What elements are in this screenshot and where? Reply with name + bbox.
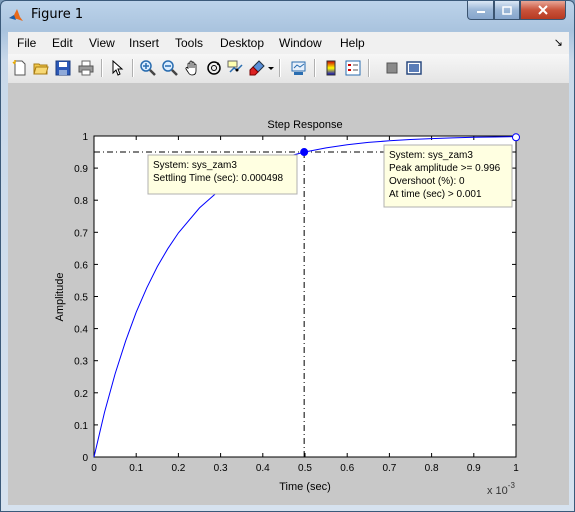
x-tick-label: 0.2 bbox=[171, 463, 185, 474]
close-button[interactable] bbox=[520, 1, 566, 20]
x-axis-label: Time (sec) bbox=[279, 481, 331, 493]
y-tick-label: 0.7 bbox=[74, 228, 88, 239]
peak-marker[interactable] bbox=[512, 133, 520, 142]
menu-edit[interactable]: Edit bbox=[52, 36, 73, 50]
figure-window: Figure 1 File Edit View Insert Tools Des… bbox=[0, 0, 575, 512]
x-tick-label: 0.1 bbox=[129, 463, 143, 474]
maximize-icon bbox=[502, 5, 512, 15]
chart-title: Step Response bbox=[267, 119, 342, 131]
zoom-out-icon[interactable] bbox=[162, 60, 178, 76]
x-tick-label: 0.5 bbox=[298, 463, 312, 474]
menu-bar: File Edit View Insert Tools Desktop Wind… bbox=[8, 32, 569, 54]
datatip-peak-line: Overshoot (%): 0 bbox=[389, 176, 465, 187]
minimize-button[interactable] bbox=[467, 1, 494, 20]
settling-time-marker[interactable] bbox=[300, 148, 309, 157]
pan-hand-icon[interactable] bbox=[184, 60, 200, 76]
menu-tools[interactable]: Tools bbox=[175, 36, 203, 50]
y-tick-label: 0 bbox=[82, 453, 88, 464]
brush-icon[interactable] bbox=[249, 60, 265, 76]
menu-desktop[interactable]: Desktop bbox=[220, 36, 264, 50]
x-tick-label: 0.7 bbox=[382, 463, 396, 474]
x-tick-label: 0.6 bbox=[340, 463, 354, 474]
x-tick-label: 0.3 bbox=[214, 463, 228, 474]
menu-help[interactable]: Help bbox=[340, 36, 365, 50]
toolbar-separator bbox=[101, 59, 103, 77]
menu-window[interactable]: Window bbox=[279, 36, 322, 50]
minimize-icon bbox=[476, 11, 485, 13]
edit-plot-arrow-icon[interactable] bbox=[109, 60, 125, 76]
matlab-logo-icon bbox=[9, 9, 23, 21]
data-cursor-icon[interactable] bbox=[227, 60, 243, 76]
y-tick-label: 0.2 bbox=[74, 389, 88, 400]
insert-legend-icon[interactable] bbox=[345, 60, 361, 76]
new-figure-icon[interactable] bbox=[12, 60, 28, 76]
x-exponent-base: x 10 bbox=[487, 485, 508, 497]
maximize-button[interactable] bbox=[494, 1, 520, 20]
brush-dropdown-icon[interactable] bbox=[267, 60, 275, 76]
x-tick-label: 0 bbox=[91, 463, 97, 474]
x-tick-label: 0.8 bbox=[425, 463, 439, 474]
close-icon bbox=[538, 5, 548, 15]
toolbar-separator bbox=[314, 59, 316, 77]
x-tick-label: 0.9 bbox=[467, 463, 481, 474]
save-icon[interactable] bbox=[55, 60, 71, 76]
x-tick-label: 0.4 bbox=[256, 463, 270, 474]
toolbar-separator bbox=[368, 59, 370, 77]
title-bar[interactable]: Figure 1 bbox=[1, 1, 574, 31]
y-axis-label: Amplitude bbox=[54, 273, 66, 322]
menu-view[interactable]: View bbox=[89, 36, 115, 50]
y-tick-label: 0.6 bbox=[74, 260, 88, 271]
figure-toolbar bbox=[8, 54, 569, 84]
menu-file[interactable]: File bbox=[17, 36, 36, 50]
x-tick-label: 1 bbox=[513, 463, 519, 474]
rotate-3d-icon[interactable] bbox=[206, 60, 222, 76]
toolbar-separator bbox=[132, 59, 134, 77]
window-title: Figure 1 bbox=[31, 7, 84, 22]
toolbar-separator bbox=[279, 59, 281, 77]
datatip-peak-line: At time (sec) > 0.001 bbox=[389, 189, 482, 200]
x-exponent-power: -3 bbox=[508, 481, 516, 490]
y-tick-label: 0.5 bbox=[74, 293, 88, 304]
y-tick-label: 0.4 bbox=[74, 325, 88, 336]
hide-plot-tools-icon[interactable] bbox=[384, 60, 400, 76]
y-tick-label: 1 bbox=[82, 132, 88, 143]
print-icon[interactable] bbox=[78, 60, 94, 76]
figure-canvas: Step Response Time (sec) Amplitude x 10-… bbox=[8, 84, 569, 505]
datatip-settling-line: System: sys_zam3 bbox=[153, 160, 237, 171]
datatip-settling-line: Settling Time (sec): 0.000498 bbox=[153, 173, 284, 184]
y-tick-label: 0.1 bbox=[74, 421, 88, 432]
zoom-in-icon[interactable] bbox=[140, 60, 156, 76]
datatip-peak-line: Peak amplitude >= 0.996 bbox=[389, 163, 501, 174]
x-exponent-label: x 10-3 bbox=[487, 481, 515, 497]
y-tick-label: 0.9 bbox=[74, 164, 88, 175]
menu-insert[interactable]: Insert bbox=[129, 36, 159, 50]
y-tick-label: 0.3 bbox=[74, 357, 88, 368]
link-plot-icon[interactable] bbox=[291, 60, 307, 76]
insert-colorbar-icon[interactable] bbox=[323, 60, 339, 76]
step-response-plot[interactable]: Step Response Time (sec) Amplitude x 10-… bbox=[8, 84, 569, 505]
open-file-icon[interactable] bbox=[33, 60, 49, 76]
y-tick-label: 0.8 bbox=[74, 196, 88, 207]
datatip-peak-line: System: sys_zam3 bbox=[389, 150, 473, 161]
show-plot-tools-icon[interactable] bbox=[406, 60, 422, 76]
menu-dock-arrow-icon[interactable]: ↘ bbox=[554, 36, 563, 49]
